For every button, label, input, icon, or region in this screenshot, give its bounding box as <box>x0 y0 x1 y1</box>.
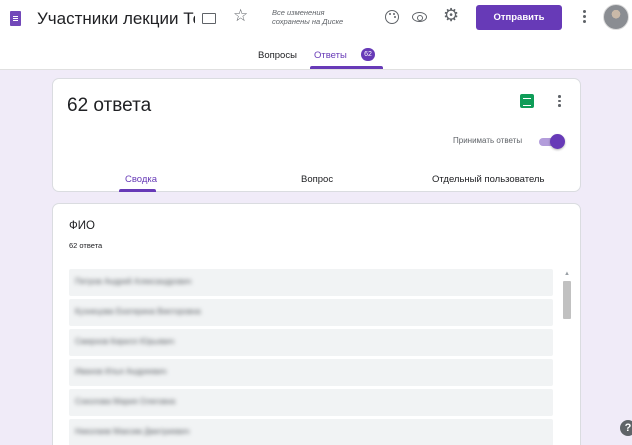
star-icon[interactable]: ☆ <box>233 7 248 24</box>
tab-answers[interactable]: Ответы <box>314 50 347 61</box>
active-tab-indicator <box>310 66 383 69</box>
avatar[interactable] <box>603 4 629 30</box>
accept-responses-label: Принимать ответы <box>453 136 523 145</box>
more-vert-icon[interactable] <box>558 95 561 109</box>
answer-text: Кузнецова Екатерина Викторовна <box>75 307 201 316</box>
list-item: Николаев Максим Дмитриевич <box>69 419 553 445</box>
subtab-summary[interactable]: Сводка <box>125 174 157 185</box>
subtab-question[interactable]: Вопрос <box>301 174 333 185</box>
scroll-thumb[interactable] <box>563 281 571 319</box>
answers-list[interactable]: Петров Андрей Александрович Кузнецова Ек… <box>69 269 553 445</box>
answer-text: Петров Андрей Александрович <box>75 277 192 286</box>
palette-icon[interactable] <box>385 10 399 24</box>
question-response-count: 62 ответа <box>69 241 103 250</box>
question-title: ФИО <box>69 220 95 232</box>
list-item: Соколова Мария Олеговна <box>69 389 553 416</box>
active-subtab-indicator <box>119 189 156 192</box>
answer-text: Соколова Мария Олеговна <box>75 397 176 406</box>
list-item: Смирнов Кирилл Юрьевич <box>69 329 553 356</box>
gear-icon[interactable]: ⚙ <box>443 6 459 24</box>
form-tabs: Вопросы Ответы 62 <box>0 44 632 70</box>
scroll-up-icon[interactable]: ▲ <box>564 271 570 277</box>
question-summary-card: ФИО 62 ответа Петров Андрей Александрови… <box>52 203 581 445</box>
answer-text: Смирнов Кирилл Юрьевич <box>75 337 175 346</box>
answers-scrollbar[interactable]: ▲ <box>561 269 573 445</box>
more-vert-icon[interactable] <box>583 10 586 25</box>
save-status: Все изменения сохранены на Диске <box>272 8 344 26</box>
folder-icon[interactable] <box>202 13 216 24</box>
subtab-individual[interactable]: Отдельный пользователь <box>432 174 544 185</box>
list-item: Кузнецова Екатерина Викторовна <box>69 299 553 326</box>
help-icon[interactable]: ? <box>620 420 632 436</box>
answers-count-badge: 62 <box>361 48 375 61</box>
list-item: Петров Андрей Александрович <box>69 269 553 296</box>
eye-icon[interactable] <box>412 12 427 22</box>
tab-questions[interactable]: Вопросы <box>258 50 297 61</box>
answer-text: Николаев Максим Дмитриевич <box>75 427 190 436</box>
form-title[interactable]: Участники лекции Тех <box>37 9 195 29</box>
top-bar: Участники лекции Тех ☆ Все изменения сох… <box>0 0 632 70</box>
send-button[interactable]: Отправить <box>476 5 562 30</box>
sheets-icon[interactable] <box>520 94 534 108</box>
forms-doc-icon[interactable] <box>10 11 21 26</box>
list-item: Иванов Илья Андреевич <box>69 359 553 386</box>
answer-text: Иванов Илья Андреевич <box>75 367 167 376</box>
response-count: 62 ответа <box>67 95 152 116</box>
toggle-knob[interactable] <box>550 134 565 149</box>
responses-summary-card: 62 ответа Принимать ответы Сводка Вопрос… <box>52 78 581 192</box>
